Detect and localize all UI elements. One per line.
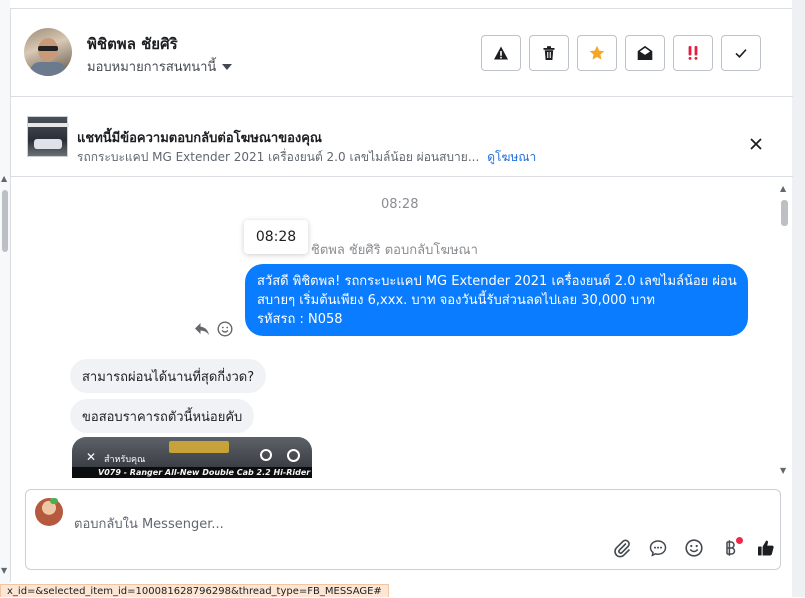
message-list[interactable]: 08:28 ชิตพล ชัยศิริ ตอบกลับโฆษณา 08:28 ส… [11,178,793,478]
shared-video-preview[interactable]: ✕ สำหรับคุณ V079 - Ranger All-New Double… [72,437,312,478]
emoji-button[interactable] [676,536,712,560]
assign-label: มอบหมายการสนทนานี้ [87,60,217,75]
assign-conversation-dropdown[interactable]: มอบหมายการสนทนานี้ [87,56,233,77]
outgoing-message-line: สบายๆ เริ่มต้นเพียง 6,xxx. บาท จองวันนี้… [257,293,655,308]
incoming-message-bubble[interactable]: สามารถผ่อนได้นานที่สุดกี่งวด? [70,359,267,393]
trash-icon [543,46,555,60]
react-emoji-icon[interactable] [217,321,233,337]
ad-thumbnail-strip [28,123,69,127]
warning-icon [494,46,508,60]
scroll-up-arrow-icon[interactable]: ▲ [780,184,786,193]
page-scrollbar[interactable]: ▲ ▼ [0,0,10,597]
close-icon[interactable] [746,134,766,154]
search-icon [260,449,272,461]
profile-icon [287,449,300,462]
avatar-bow [50,498,58,504]
outgoing-message-line: สวัสดี พิชิตพล! รถกระบะแคป MG Extender 2… [257,274,737,289]
message-timestamp: 08:28 [381,197,419,212]
mark-done-button[interactable] [721,35,761,71]
open-envelope-icon [637,45,653,60]
delete-button[interactable] [529,35,569,71]
contact-name[interactable]: พิชิตพล ชัยศิริ [87,32,178,56]
ad-reply-banner: แชทนี้มีข้อความตอบกลับต่อโฆษณาของคุณ รถก… [11,98,793,177]
time-tooltip: 08:28 [244,220,308,254]
scroll-up-arrow-icon[interactable]: ▲ [1,174,7,183]
close-video-icon: ✕ [86,450,97,464]
attach-file-button[interactable] [604,536,640,560]
contact-avatar[interactable] [24,28,72,76]
paperclip-icon [614,539,630,558]
view-ad-link[interactable]: ดูโฆษณา [487,150,536,164]
right-gutter [792,0,805,597]
checkmark-icon [735,49,747,58]
payment-button[interactable] [712,536,748,560]
ad-thumbnail-car [34,139,62,149]
message-composer[interactable]: ตอบกลับใน Messenger... [25,489,781,570]
star-button[interactable] [577,35,617,71]
conversation-actions [481,35,761,71]
status-bar-url: x_id=&selected_item_id=100081628796298&t… [0,584,389,597]
outgoing-message-bubble[interactable]: สวัสดี พิชิตพล! รถกระบะแคป MG Extender 2… [245,264,748,336]
avatar-shirt [30,62,66,76]
saved-reply-button[interactable] [640,536,676,560]
avatar-glasses [38,46,58,51]
scroll-down-arrow-icon[interactable]: ▼ [1,566,7,575]
outgoing-message-line: รหัสรถ : N058 [257,312,343,327]
scrollbar-thumb[interactable] [2,190,8,252]
ad-thumbnail[interactable] [27,116,69,157]
ad-banner-subtitle: รถกระบะแคป MG Extender 2021 เครื่องยนต์ … [77,148,536,167]
message-scrollbar[interactable]: ▲ ▼ [778,182,790,476]
conversation-header: พิชิตพล ชัยศิริ มอบหมายการสนทนานี้ [11,9,793,97]
video-feed-label: สำหรับคุณ [104,455,146,465]
video-channel-logo [169,441,229,453]
ad-description: รถกระบะแคป MG Extender 2021 เครื่องยนต์ … [77,150,480,164]
star-icon [589,45,605,60]
incoming-message-bubble[interactable]: ขอสอบราคารถตัวนี้หน่อยคับ [70,399,255,433]
like-button[interactable] [748,536,784,560]
emoji-icon [685,539,703,557]
page-avatar [35,498,63,526]
scrollbar-thumb[interactable] [781,200,788,226]
composer-toolbar [604,536,784,560]
scroll-down-arrow-icon[interactable]: ▼ [780,466,786,475]
reply-arrow-icon[interactable] [194,322,210,336]
saved-reply-icon [649,540,667,557]
mark-unread-button[interactable] [625,35,665,71]
report-button[interactable] [481,35,521,71]
reply-input[interactable]: ตอบกลับใน Messenger... [74,513,224,534]
notification-dot [736,537,743,544]
video-title: V079 - Ranger All-New Double Cab 2.2 Hi-… [98,468,312,477]
double-exclamation-icon [688,46,698,60]
follow-up-button[interactable] [673,35,713,71]
caret-down-icon [222,63,233,70]
conversation-panel: พิชิตพล ชัยศิริ มอบหมายการสนทนานี้ แชทนี… [10,8,793,582]
replied-to-ad-label: ชิตพล ชัยศิริ ตอบกลับโฆษณา [311,243,478,258]
ad-banner-title: แชทนี้มีข้อความตอบกลับต่อโฆษณาของคุณ [77,131,322,146]
thumbs-up-icon [758,540,774,556]
